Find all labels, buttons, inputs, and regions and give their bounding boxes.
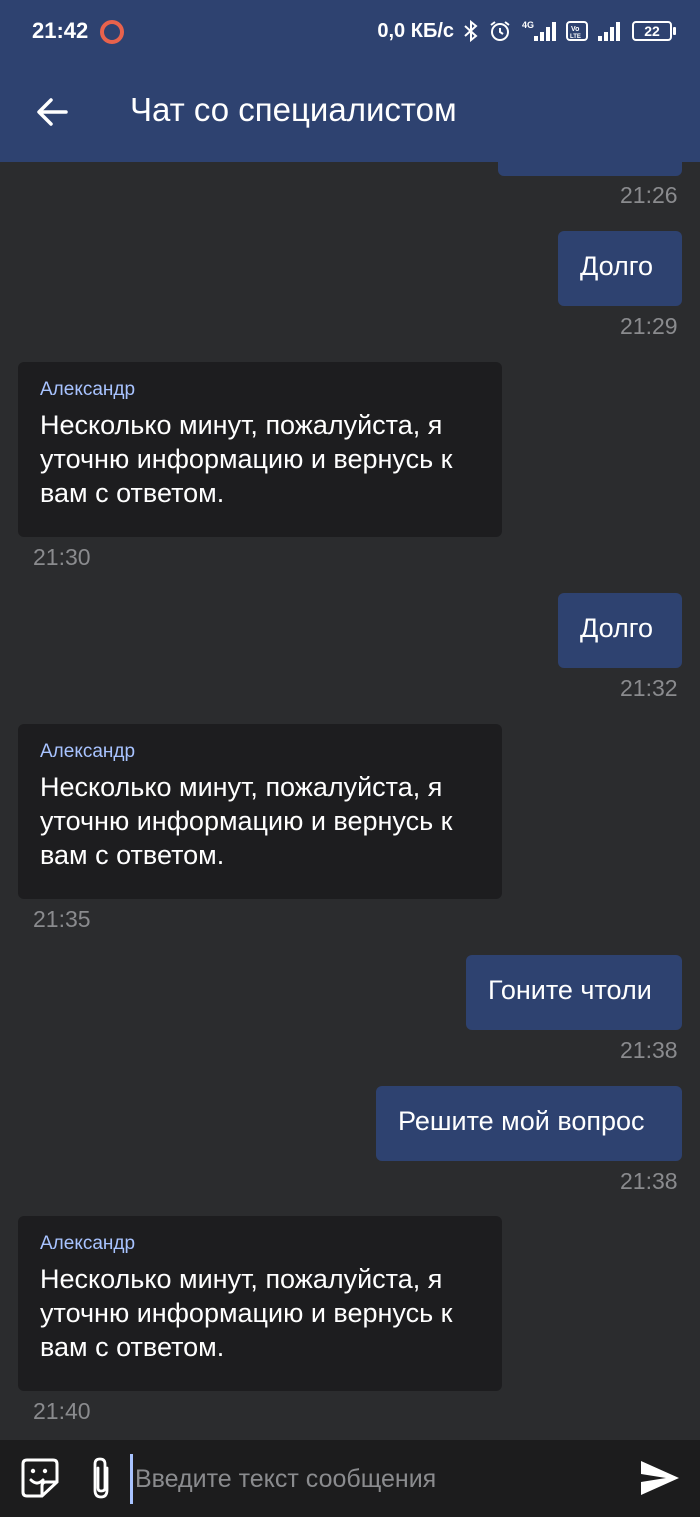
- arrow-left-icon: [37, 98, 68, 126]
- message-time: 21:35: [33, 906, 91, 932]
- message-bubble-incoming[interactable]: Александр Несколько минут, пожалуйста, я…: [18, 362, 502, 537]
- message-sender: Александр: [40, 741, 136, 762]
- bluetooth-icon: [464, 19, 478, 43]
- status-indicators: 0,0 КБ/с 4G Vo LTE 22: [377, 16, 676, 46]
- message-bubble-incoming[interactable]: Александр Несколько минут, пожалуйста, я…: [18, 724, 502, 899]
- battery-level: 22: [644, 23, 660, 39]
- message-time: 21:40: [33, 1398, 91, 1424]
- message-text: Несколько минут, пожалуйста, я уточню ин…: [40, 772, 453, 870]
- message-text: Решите мой вопрос: [398, 1106, 645, 1136]
- message-text: Долго: [580, 251, 654, 281]
- sticker-button[interactable]: [18, 1456, 62, 1505]
- message-time: 21:30: [33, 544, 91, 570]
- attach-button[interactable]: [88, 1454, 114, 1507]
- message-bubble-outgoing[interactable]: Решите мой вопрос: [376, 1086, 682, 1161]
- signal-4g-icon: 4G: [522, 20, 556, 41]
- svg-text:4G: 4G: [522, 20, 534, 30]
- volte-icon: Vo LTE: [566, 21, 588, 41]
- paperclip-icon: [93, 1457, 109, 1499]
- sticker-icon: [21, 1458, 59, 1498]
- svg-text:Vo: Vo: [571, 26, 579, 33]
- message-bubble-incoming[interactable]: Александр Несколько минут, пожалуйста, я…: [18, 1216, 502, 1391]
- alarm-icon: [490, 21, 510, 41]
- message-sender: Александр: [40, 1233, 136, 1254]
- back-button[interactable]: [28, 88, 76, 136]
- message-time: 21:38: [620, 1168, 678, 1194]
- signal-icon: [598, 22, 620, 41]
- message-input[interactable]: [130, 1454, 617, 1504]
- send-icon: [641, 1461, 679, 1495]
- message-bubble-outgoing[interactable]: Гоните чтоли: [466, 955, 682, 1030]
- message-bubble-outgoing[interactable]: Долго: [558, 593, 682, 668]
- message-sender: Александр: [40, 379, 136, 400]
- message-time: 21:32: [620, 675, 678, 701]
- message-time: 21:29: [620, 313, 678, 339]
- message-composer: [0, 1440, 700, 1517]
- record-icon: [100, 20, 124, 44]
- message-text: Гоните чтоли: [488, 975, 652, 1005]
- status-bar: 21:42 0,0 КБ/с 4G Vo LTE 22: [0, 0, 700, 64]
- send-button[interactable]: [638, 1458, 682, 1503]
- message-text: Несколько минут, пожалуйста, я уточню ин…: [40, 410, 453, 508]
- status-time: 21:42: [32, 18, 89, 43]
- message-list[interactable]: 21:26 Долго 21:29 Александр Несколько ми…: [0, 0, 700, 1440]
- page-title: Чат со специалистом: [130, 91, 457, 128]
- message-time: 21:38: [620, 1037, 678, 1063]
- message-time: 21:26: [620, 182, 678, 208]
- svg-text:LTE: LTE: [570, 34, 581, 40]
- message-text: Несколько минут, пожалуйста, я уточню ин…: [40, 1264, 453, 1362]
- message-bubble-outgoing[interactable]: Долго: [558, 231, 682, 306]
- network-speed: 0,0 КБ/с: [377, 19, 454, 42]
- battery-icon: 22: [632, 21, 676, 41]
- message-text: Долго: [580, 613, 654, 643]
- app-header: 21:42 0,0 КБ/с 4G Vo LTE 22 Чат со специ…: [0, 0, 700, 162]
